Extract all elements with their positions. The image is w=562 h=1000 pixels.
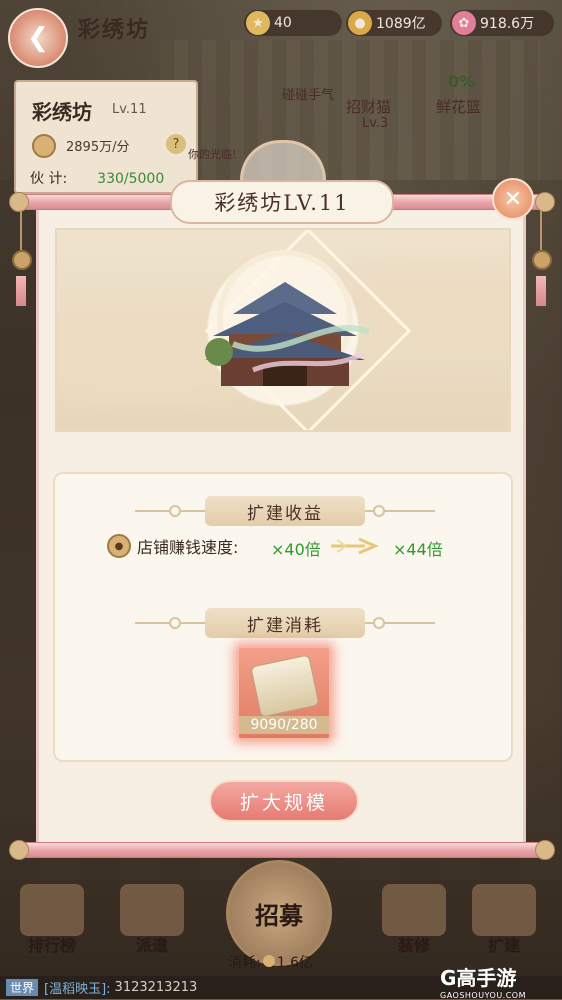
divider-dot (169, 617, 181, 629)
help-icon[interactable]: ? (166, 134, 186, 154)
scroll-bottom-rod (9, 840, 555, 860)
nav-ranking-label: 排行榜 (27, 936, 76, 955)
rod-cap-right (535, 840, 555, 860)
resource-tokens[interactable]: ★ 40 (244, 10, 342, 36)
rod-cap-left (9, 192, 29, 212)
expand-icon (472, 884, 536, 936)
resource-coins-value: 1089亿 (376, 16, 426, 32)
decorate-icon (382, 884, 446, 936)
resource-flowers[interactable]: ✿ 918.6万 (450, 10, 554, 36)
nav-decorate[interactable]: 装修 (378, 884, 450, 956)
npc-speech-bubble: 你的光临! (188, 148, 237, 161)
close-icon: ✕ (503, 186, 523, 212)
divider-dot (373, 505, 385, 517)
chat-message: 3123213213 (114, 980, 198, 995)
dialog-title: 彩绣坊LV.11 (170, 180, 394, 224)
scroll-icon (250, 654, 320, 718)
coin-icon: ● (348, 11, 372, 35)
expand-button[interactable]: 扩大规模 (209, 780, 359, 822)
watermark-brand: G高手游 (440, 966, 517, 990)
recruit-cost: 消耗: 1.6亿 (228, 952, 313, 972)
recruit-cost-value: 1.6亿 (276, 955, 313, 971)
coin-icon: ● (107, 534, 131, 558)
coin-icon (32, 134, 56, 158)
shop-info-helper: 伙 计: 330/5000 (30, 168, 164, 188)
shop-info-card: 彩绣坊 Lv.11 2895万/分 ? 伙 计: 330/5000 (14, 80, 198, 194)
helper-label: 伙 计: (30, 171, 68, 187)
left-tassel (12, 210, 32, 306)
watermark-logo: G高手游 GAOSHOUYOU.COM (440, 962, 526, 1000)
chat-channel-tag: 世界 (6, 979, 39, 996)
nav-dispatch-label: 派遣 (135, 936, 168, 955)
expand-dialog: 扩建收益 ● 店铺赚钱速度: ×40倍 ×44倍 扩建消耗 9090/280 扩… (36, 200, 526, 850)
nav-decorate-label: 装修 (397, 936, 430, 955)
upgrade-arrow-icon (331, 537, 379, 555)
star-token-icon: ★ (246, 11, 270, 35)
flower-icon: ✿ (452, 11, 476, 35)
nav-dispatch[interactable]: 派遣 (116, 884, 188, 956)
speed-label: 店铺赚钱速度: (137, 538, 239, 557)
dispatch-icon (120, 884, 184, 936)
multiplier-next: ×44倍 (393, 540, 443, 559)
speed-row: ● 店铺赚钱速度: (107, 534, 238, 558)
rod-cap-left (9, 840, 29, 860)
profit-section-header: 扩建收益 (205, 496, 365, 526)
divider-dot (169, 505, 181, 517)
lucky-cat-level: Lv.3 (362, 116, 389, 131)
helper-progress: 330/5000 (97, 171, 165, 187)
chat-sender: [温稻映玉]: (44, 982, 111, 997)
flower-basket-percent: 0% (448, 72, 476, 91)
close-button[interactable]: ✕ (492, 178, 534, 220)
cost-section-header: 扩建消耗 (205, 608, 365, 638)
divider-dot (373, 617, 385, 629)
cost-item-count: 9090/280 (239, 716, 329, 734)
recruit-button[interactable]: 招募 (226, 860, 332, 966)
recruit-cost-label: 消耗: (228, 955, 261, 971)
back-arrow-icon: ❮ (27, 23, 49, 53)
nav-expand[interactable]: 扩建 (468, 884, 540, 956)
multiplier-current: ×40倍 (271, 540, 321, 559)
flower-basket-label[interactable]: 鲜花篮 (436, 96, 481, 117)
shop-info-name: 彩绣坊 (32, 100, 92, 124)
pavilion-icon (205, 282, 371, 386)
back-button[interactable]: ❮ (8, 8, 68, 68)
resource-tokens-value: 40 (274, 15, 292, 31)
cost-item-slot[interactable]: 9090/280 (237, 646, 331, 740)
expand-info-panel: 扩建收益 ● 店铺赚钱速度: ×40倍 ×44倍 扩建消耗 9090/280 (53, 472, 513, 762)
rod-cap-right (535, 192, 555, 212)
shop-info-level: Lv.11 (112, 102, 147, 117)
nav-expand-label: 扩建 (487, 936, 520, 955)
coin-icon (262, 955, 275, 967)
resource-coins[interactable]: ● 1089亿 (346, 10, 442, 36)
shop-info-income: 2895万/分 (66, 140, 130, 155)
page-title: 彩绣坊 (78, 17, 151, 43)
resource-flowers-value: 918.6万 (480, 16, 535, 32)
ranking-icon (20, 884, 84, 936)
right-tassel (532, 210, 552, 306)
nav-ranking[interactable]: 排行榜 (16, 884, 88, 956)
lucky-cat-name[interactable]: 招财猫 (346, 96, 391, 117)
luck-label[interactable]: 碰碰手气 (282, 84, 334, 103)
shop-illustration (55, 228, 511, 432)
